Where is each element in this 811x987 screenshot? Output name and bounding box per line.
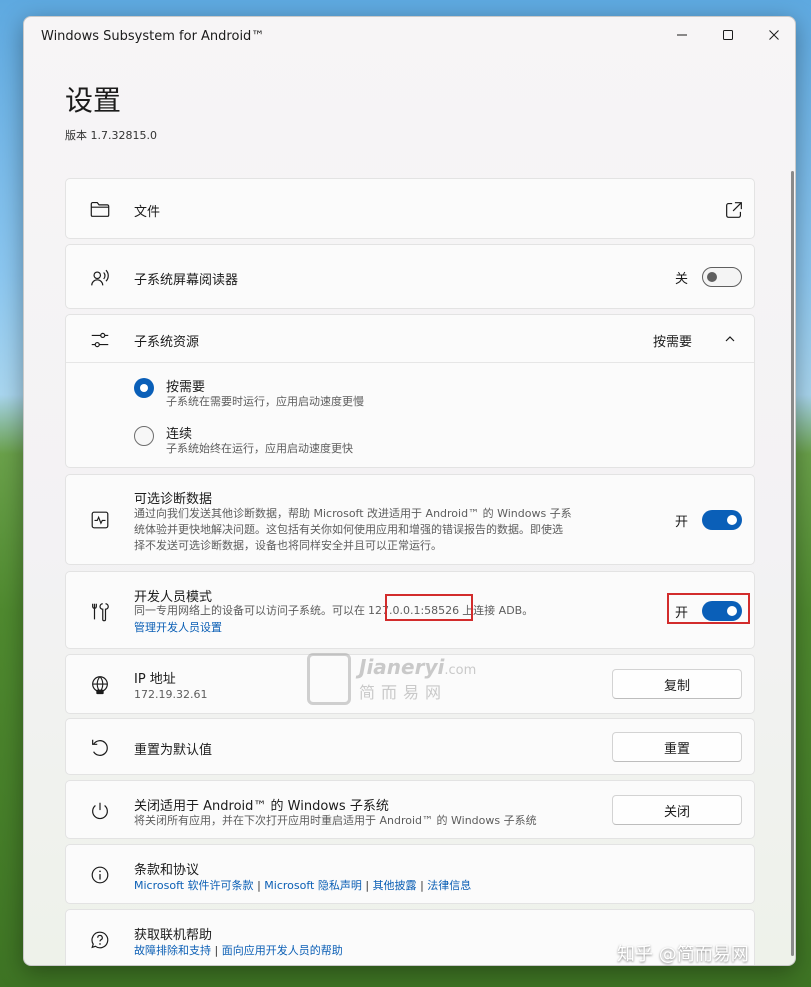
- developer-desc-before: 同一专用网络上的设备可以访问子系统。可以在: [134, 604, 365, 617]
- resources-card: 子系统资源 按需要 按需要 子系统在需要时运行，应用启动速度更慢 连续 子系统始…: [65, 314, 755, 468]
- tools-icon: [88, 600, 112, 624]
- watermark-domain: .com: [444, 663, 477, 678]
- close-button[interactable]: [751, 17, 795, 53]
- power-icon: [88, 799, 112, 823]
- watermark-text: Jianeryi.com 简而易网: [359, 655, 476, 703]
- minimize-button[interactable]: [659, 17, 705, 53]
- help-label: 获取联机帮助: [134, 928, 213, 943]
- link-separator: |: [214, 944, 219, 957]
- watermark-brand: Jianeryi: [359, 655, 445, 679]
- watermark-logo-icon: [307, 653, 351, 705]
- title-bar: Windows Subsystem for Android™: [24, 17, 795, 57]
- screen-reader-label: 子系统屏幕阅读器: [134, 273, 239, 288]
- help-links: 故障排除和支持 | 面向应用开发人员的帮助: [134, 943, 343, 959]
- screen-reader-state: 关: [674, 271, 688, 287]
- diagnostics-desc-line-3: 择不发送可选诊断数据，设备也将同样安全并且可以正常运行。: [134, 539, 442, 552]
- files-card[interactable]: 文件: [65, 178, 755, 239]
- shutdown-label: 关闭适用于 Android™ 的 Windows 子系统: [134, 799, 389, 814]
- files-label: 文件: [134, 205, 161, 220]
- ip-value: 172.19.32.61: [134, 688, 208, 701]
- reset-card: 重置为默认值 重置: [65, 718, 755, 775]
- terms-label: 条款和协议: [134, 863, 200, 878]
- resources-selected-value: 按需要: [653, 335, 693, 350]
- troubleshooting-link[interactable]: 故障排除和支持: [134, 944, 211, 957]
- resources-label: 子系统资源: [134, 335, 200, 350]
- minimize-icon: [677, 34, 687, 36]
- diagnostics-state: 开: [674, 514, 688, 530]
- license-terms-link[interactable]: Microsoft 软件许可条款: [134, 879, 254, 892]
- diagnostics-toggle[interactable]: [702, 510, 742, 530]
- version-label: 版本 1.7.32815.0: [65, 129, 157, 142]
- screen-reader-toggle[interactable]: [702, 267, 742, 287]
- reset-icon: [88, 736, 112, 760]
- close-icon: [769, 30, 779, 40]
- highlight-developer-toggle: [667, 593, 750, 624]
- scrollbar-thumb[interactable]: [791, 171, 794, 956]
- diagnostics-desc-line-2: 统体验并更快地解决问题。这包括有关你如何使用应用和增强的错误报告的数据。即使选: [134, 523, 563, 536]
- folder-icon: [88, 197, 112, 221]
- screen-reader-toggle-group: 关: [675, 267, 742, 287]
- chevron-up-icon[interactable]: [723, 331, 737, 345]
- developer-desc: 同一专用网络上的设备可以访问子系统。可以在 127.0.0.1:58526 上连接 …: [134, 603, 533, 619]
- resources-header[interactable]: 子系统资源 按需要: [66, 315, 754, 363]
- info-icon: [88, 863, 112, 887]
- ip-label: IP 地址: [134, 672, 176, 687]
- highlight-adb-address: [385, 594, 473, 621]
- activity-icon: [88, 508, 112, 532]
- link-separator: |: [257, 879, 261, 892]
- reset-button[interactable]: 重置: [612, 732, 742, 762]
- shutdown-card: 关闭适用于 Android™ 的 Windows 子系统 将关闭所有应用，并在下…: [65, 780, 755, 839]
- app-window: Windows Subsystem for Android™ 设置 版本 1.7…: [23, 16, 796, 966]
- manage-developer-settings-link[interactable]: 管理开发人员设置: [134, 620, 222, 636]
- diagnostics-desc-line-1: 通过向我们发送其他诊断数据，帮助 Microsoft 改进适用于 Android…: [134, 507, 572, 520]
- diagnostics-label: 可选诊断数据: [134, 492, 213, 507]
- toggle-knob: [707, 272, 717, 282]
- terms-links: Microsoft 软件许可条款 | Microsoft 隐私声明 | 其他披露…: [134, 878, 471, 894]
- shutdown-desc: 将关闭所有应用，并在下次打开应用时重启适用于 Android™ 的 Window…: [134, 814, 537, 827]
- option-continuous-title: 连续: [166, 427, 193, 442]
- sliders-icon: [88, 328, 112, 352]
- link-separator: |: [365, 879, 370, 892]
- option-on-demand-desc: 子系统在需要时运行，应用启动速度更慢: [166, 395, 364, 408]
- watermark-tagline: 简而易网: [359, 683, 448, 702]
- link-separator: |: [420, 879, 424, 892]
- radio-continuous[interactable]: [134, 426, 154, 446]
- diagnostics-toggle-group: 开: [675, 510, 742, 530]
- option-on-demand-title: 按需要: [166, 380, 206, 395]
- window-title: Windows Subsystem for Android™: [41, 29, 265, 44]
- copy-button[interactable]: 复制: [612, 669, 742, 699]
- terms-card: 条款和协议 Microsoft 软件许可条款 | Microsoft 隐私声明 …: [65, 844, 755, 904]
- maximize-icon: [723, 30, 733, 40]
- option-continuous-desc: 子系统始终在运行，应用启动速度更快: [166, 442, 353, 455]
- radio-on-demand[interactable]: [134, 378, 154, 398]
- legal-info-link[interactable]: 法律信息: [427, 879, 471, 892]
- jianeryi-watermark: Jianeryi.com 简而易网: [307, 653, 476, 705]
- help-icon: [88, 928, 112, 952]
- other-disclosures-link[interactable]: 其他披露: [373, 879, 417, 892]
- open-external-icon[interactable]: [722, 198, 746, 222]
- toggle-knob: [727, 515, 737, 525]
- diagnostics-card: 可选诊断数据 通过向我们发送其他诊断数据，帮助 Microsoft 改进适用于 …: [65, 474, 755, 565]
- privacy-statement-link[interactable]: Microsoft 隐私声明: [264, 879, 362, 892]
- maximize-button[interactable]: [705, 17, 751, 53]
- zhihu-watermark: 知乎 @简而易网: [617, 944, 749, 965]
- screen-reader-icon: [88, 266, 112, 290]
- developer-help-link[interactable]: 面向应用开发人员的帮助: [222, 944, 343, 957]
- reset-label: 重置为默认值: [134, 743, 213, 758]
- page-title: 设置: [65, 84, 122, 117]
- shutdown-button[interactable]: 关闭: [612, 795, 742, 825]
- screen-reader-card: 子系统屏幕阅读器 关: [65, 244, 755, 309]
- globe-icon: [88, 673, 112, 697]
